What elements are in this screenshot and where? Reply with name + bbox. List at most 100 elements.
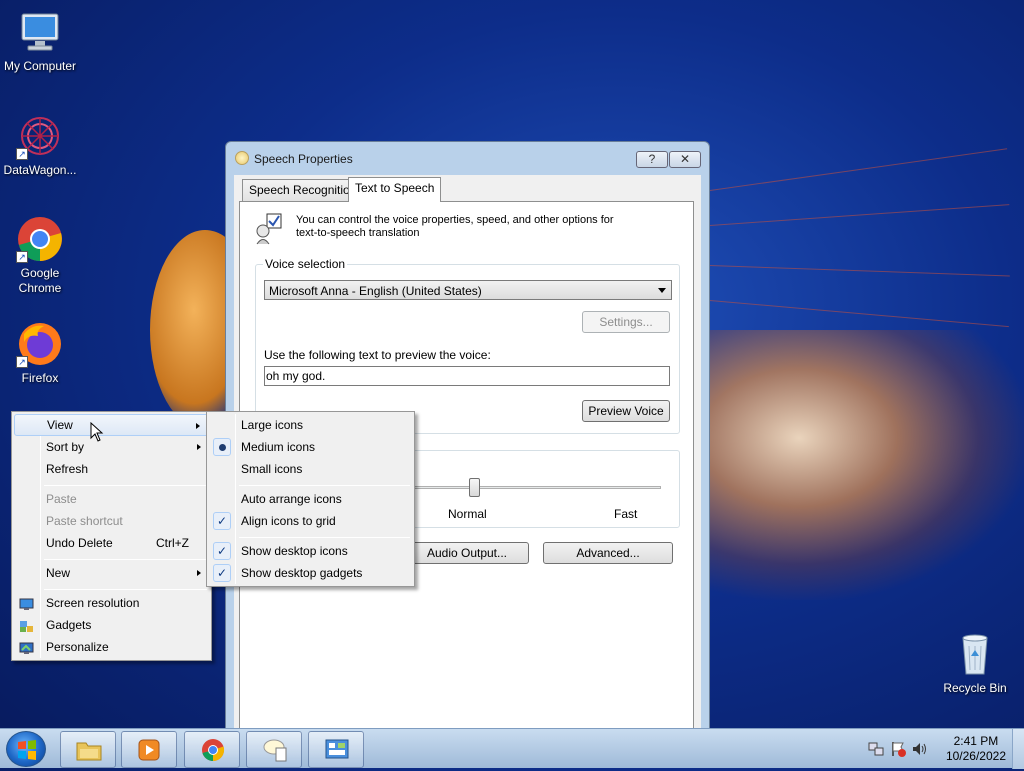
menu-item-new[interactable]: New bbox=[14, 562, 209, 584]
menu-item-label: Screen resolution bbox=[46, 596, 140, 610]
computer-icon bbox=[16, 8, 64, 56]
network-icon[interactable] bbox=[868, 741, 884, 760]
advanced-button[interactable]: Advanced... bbox=[543, 542, 673, 564]
menu-item-label: Align icons to grid bbox=[241, 514, 336, 528]
submenu-arrow-icon bbox=[197, 570, 201, 576]
wallpaper-tentacle bbox=[709, 204, 1010, 226]
menu-item-label: Medium icons bbox=[241, 440, 316, 454]
menu-item-label: Gadgets bbox=[46, 618, 92, 632]
action-center-icon[interactable] bbox=[890, 741, 906, 760]
voice-speed-slider-thumb[interactable] bbox=[468, 478, 480, 497]
chevron-down-icon bbox=[658, 288, 666, 293]
view-submenu: Large icons Medium icons Small icons Aut… bbox=[206, 411, 415, 587]
menu-item-show-desktop-icons[interactable]: ✓ Show desktop icons bbox=[209, 540, 412, 562]
menu-item-label: Small icons bbox=[241, 462, 303, 476]
menu-item-accelerator: Ctrl+Z bbox=[156, 536, 189, 550]
menu-item-label: Undo Delete bbox=[46, 536, 113, 550]
audio-output-button[interactable]: Audio Output... bbox=[405, 542, 529, 564]
taskbar-windows-explorer[interactable] bbox=[60, 731, 116, 768]
window-titlebar[interactable]: Speech Properties ? ✕ bbox=[226, 142, 709, 175]
chrome-icon bbox=[200, 738, 226, 762]
taskbar-control-panel[interactable] bbox=[308, 731, 364, 768]
menu-item-sort-by[interactable]: Sort by bbox=[14, 436, 209, 458]
desktop-icon-google-chrome[interactable]: ↗ Google Chrome bbox=[0, 215, 80, 296]
media-player-icon bbox=[137, 738, 163, 762]
shortcut-arrow-icon: ↗ bbox=[16, 148, 28, 160]
preview-label: Use the following text to preview the vo… bbox=[264, 348, 491, 362]
start-button[interactable] bbox=[6, 731, 46, 767]
menu-item-medium-icons[interactable]: Medium icons bbox=[209, 436, 412, 458]
menu-item-gadgets[interactable]: Gadgets bbox=[14, 614, 209, 636]
voice-select[interactable]: Microsoft Anna - English (United States) bbox=[264, 280, 672, 300]
desktop-context-menu: View Sort by Refresh Paste Paste shortcu… bbox=[11, 411, 212, 661]
menu-separator bbox=[44, 589, 207, 590]
mouse-cursor-icon bbox=[90, 421, 104, 445]
desktop-icon-datawagon[interactable]: ↗ DataWagon... bbox=[0, 112, 80, 178]
desktop-icon-label: DataWagon... bbox=[3, 163, 77, 177]
help-button[interactable]: ? bbox=[636, 151, 668, 168]
preview-voice-button[interactable]: Preview Voice bbox=[582, 400, 670, 422]
desktop-icon-firefox[interactable]: ↗ Firefox bbox=[0, 320, 80, 386]
display-icon bbox=[19, 596, 34, 610]
desktop-icon-my-computer[interactable]: My Computer bbox=[0, 8, 80, 74]
checkmark-icon: ✓ bbox=[213, 542, 231, 560]
menu-item-personalize[interactable]: Personalize bbox=[14, 636, 209, 658]
menu-item-view[interactable]: View bbox=[14, 414, 209, 436]
clock-time: 2:41 PM bbox=[953, 734, 999, 748]
menu-item-screen-resolution[interactable]: Screen resolution bbox=[14, 592, 209, 614]
wallpaper-tentacle bbox=[709, 265, 1010, 277]
wallpaper-tentacle bbox=[709, 300, 1009, 328]
desktop-icon-label: Google Chrome bbox=[18, 266, 62, 295]
speech-app-icon bbox=[235, 151, 249, 165]
desktop-icon-label: My Computer bbox=[3, 59, 77, 73]
shortcut-arrow-icon: ↗ bbox=[16, 356, 28, 368]
menu-item-align-icons-to-grid[interactable]: ✓ Align icons to grid bbox=[209, 510, 412, 532]
taskbar-media-player[interactable] bbox=[121, 731, 177, 768]
volume-icon[interactable] bbox=[912, 741, 928, 760]
menu-item-label: Auto arrange icons bbox=[241, 492, 342, 506]
taskbar-chrome[interactable] bbox=[184, 731, 240, 768]
settings-button[interactable]: Settings... bbox=[582, 311, 670, 333]
menu-item-label: Paste shortcut bbox=[46, 514, 123, 528]
desktop-icon-recycle-bin[interactable]: Recycle Bin bbox=[935, 630, 1015, 696]
menu-separator bbox=[239, 537, 410, 538]
preview-text-input[interactable]: oh my god. bbox=[264, 366, 670, 386]
menu-item-large-icons[interactable]: Large icons bbox=[209, 414, 412, 436]
menu-item-label: New bbox=[46, 566, 71, 580]
radio-dot-icon bbox=[213, 438, 231, 456]
menu-item-auto-arrange-icons[interactable]: Auto arrange icons bbox=[209, 488, 412, 510]
window-title: Speech Properties bbox=[254, 152, 353, 166]
voice-select-value: Microsoft Anna - English (United States) bbox=[269, 284, 482, 298]
wallpaper-jellyfish-right bbox=[700, 330, 1024, 600]
taskbar-speech[interactable] bbox=[246, 731, 302, 768]
menu-item-undo-delete[interactable]: Undo Delete Ctrl+Z bbox=[14, 532, 209, 554]
speed-normal-label: Normal bbox=[448, 507, 487, 521]
shortcut-arrow-icon: ↗ bbox=[16, 251, 28, 263]
menu-item-label: Large icons bbox=[241, 418, 304, 432]
desktop-icon-label: Recycle Bin bbox=[943, 681, 1007, 695]
chrome-icon: ↗ bbox=[16, 215, 64, 263]
menu-separator bbox=[44, 485, 207, 486]
menu-item-label: Sort by bbox=[46, 440, 85, 454]
menu-item-paste[interactable]: Paste bbox=[14, 488, 209, 510]
menu-item-small-icons[interactable]: Small icons bbox=[209, 458, 412, 480]
tab-text-to-speech[interactable]: Text to Speech bbox=[348, 177, 442, 202]
menu-item-paste-shortcut[interactable]: Paste shortcut bbox=[14, 510, 209, 532]
menu-item-refresh[interactable]: Refresh bbox=[14, 458, 209, 480]
firefox-icon: ↗ bbox=[16, 320, 64, 368]
personalize-icon bbox=[19, 640, 34, 654]
show-desktop-button[interactable] bbox=[1012, 729, 1024, 769]
wallpaper-tentacle bbox=[709, 148, 1008, 191]
close-button[interactable]: ✕ bbox=[669, 151, 701, 168]
checkmark-icon: ✓ bbox=[213, 564, 231, 582]
checkmark-icon: ✓ bbox=[213, 512, 231, 530]
menu-item-label: Refresh bbox=[46, 462, 89, 476]
menu-item-show-desktop-gadgets[interactable]: ✓ Show desktop gadgets bbox=[209, 562, 412, 584]
speed-fast-label: Fast bbox=[614, 507, 638, 521]
windows-explorer-icon bbox=[76, 738, 102, 762]
tab-speech-recognition[interactable]: Speech Recognition bbox=[242, 179, 364, 201]
taskbar-clock[interactable]: 2:41 PM 10/26/2022 bbox=[946, 734, 1006, 764]
menu-item-label: Show desktop icons bbox=[241, 544, 348, 558]
menu-item-label: Show desktop gadgets bbox=[241, 566, 363, 580]
recycle-bin-icon bbox=[951, 630, 999, 678]
